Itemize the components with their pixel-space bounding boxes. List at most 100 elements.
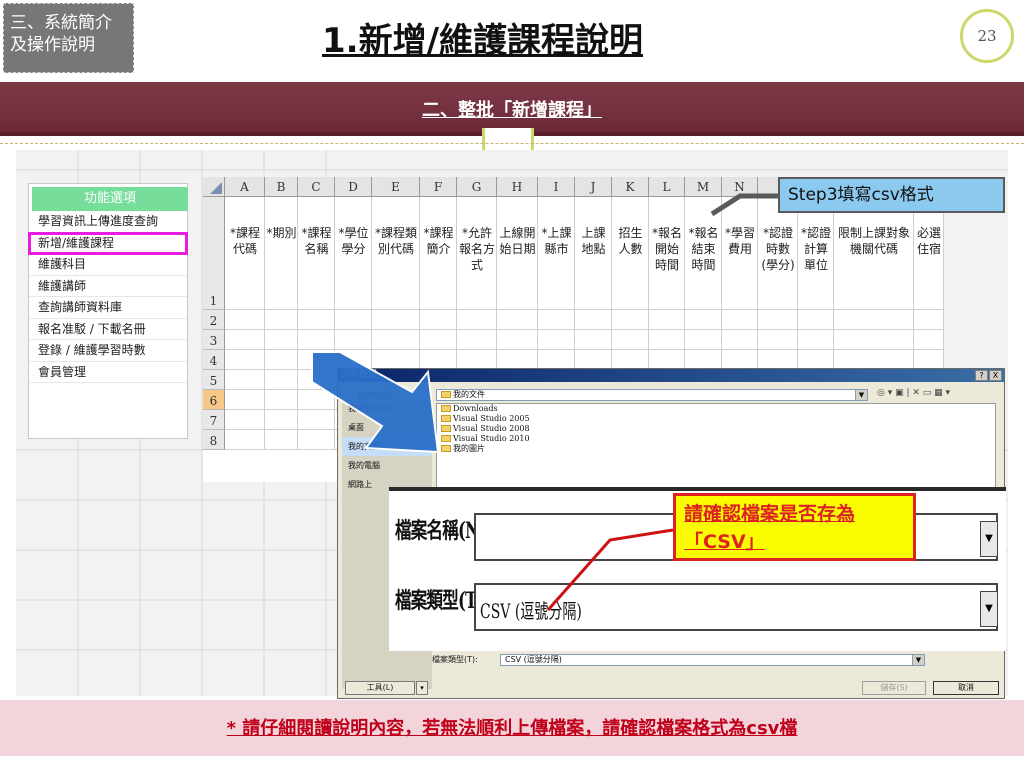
sheet-cell[interactable] — [834, 197, 914, 310]
sheet-cell[interactable] — [298, 310, 335, 330]
sheet-cell[interactable] — [265, 350, 298, 370]
file-item[interactable]: Visual Studio 2010 — [437, 434, 995, 444]
sheet-cell[interactable] — [225, 430, 265, 450]
sheet-cell[interactable] — [265, 390, 298, 410]
sheet-cell[interactable] — [722, 350, 758, 370]
sheet-cell[interactable] — [758, 197, 798, 310]
sheet-cell[interactable] — [420, 310, 457, 330]
save-button[interactable]: 儲存(S) — [862, 681, 926, 695]
sheet-cell[interactable] — [914, 330, 944, 350]
column-header[interactable]: A — [225, 177, 265, 197]
sheet-cell[interactable] — [225, 330, 265, 350]
sheet-cell[interactable] — [538, 310, 575, 330]
sheet-cell[interactable] — [914, 350, 944, 370]
sheet-cell[interactable] — [225, 370, 265, 390]
row-header[interactable]: 1 — [203, 197, 225, 310]
row-header[interactable]: 7 — [203, 410, 225, 430]
sheet-cell[interactable] — [420, 330, 457, 350]
column-header[interactable]: D — [335, 177, 372, 197]
sheet-cell[interactable] — [298, 330, 335, 350]
sheet-cell[interactable] — [457, 330, 497, 350]
column-header[interactable]: J — [575, 177, 612, 197]
sheet-cell[interactable] — [575, 350, 612, 370]
row-header[interactable]: 3 — [203, 330, 225, 350]
sheet-cell[interactable] — [497, 350, 538, 370]
menu-item-upload-progress[interactable]: 學習資訊上傳進度查詢 — [29, 211, 187, 233]
sheet-cell[interactable] — [834, 330, 914, 350]
filetype-select[interactable]: CSV (逗號分隔) ▼ — [474, 583, 998, 631]
sheet-cell[interactable] — [538, 197, 575, 310]
sheet-cell[interactable] — [298, 370, 335, 390]
sheet-cell[interactable] — [265, 430, 298, 450]
sheet-cell[interactable] — [914, 310, 944, 330]
sheet-cell[interactable] — [372, 330, 420, 350]
menu-item-registration[interactable]: 報名准駁 / 下載名冊 — [29, 319, 187, 340]
sheet-cell[interactable] — [798, 330, 834, 350]
sheet-cell[interactable] — [372, 197, 420, 310]
sheet-cell[interactable] — [265, 330, 298, 350]
menu-item-members[interactable]: 會員管理 — [29, 362, 187, 383]
sheet-cell[interactable] — [497, 197, 538, 310]
sheet-cell[interactable] — [457, 310, 497, 330]
sheet-cell[interactable] — [335, 350, 372, 370]
sheet-cell[interactable] — [722, 330, 758, 350]
sheet-cell[interactable] — [649, 350, 685, 370]
column-header[interactable]: G — [457, 177, 497, 197]
select-all-corner[interactable] — [203, 177, 225, 197]
sheet-cell[interactable] — [538, 330, 575, 350]
sheet-cell[interactable] — [649, 330, 685, 350]
sheet-cell[interactable] — [298, 197, 335, 310]
save-in-select[interactable]: 我的文件 ▼ — [436, 389, 868, 401]
menu-item-learning-hours[interactable]: 登錄 / 維護學習時數 — [29, 340, 187, 362]
filetype-small-select[interactable]: CSV (逗號分隔) ▼ — [500, 654, 925, 666]
column-header[interactable]: C — [298, 177, 335, 197]
place-recent[interactable]: 我最近的文件 — [342, 399, 432, 418]
sheet-cell[interactable] — [612, 310, 649, 330]
column-header[interactable]: L — [649, 177, 685, 197]
column-header[interactable]: H — [497, 177, 538, 197]
sheet-cell[interactable] — [798, 310, 834, 330]
sheet-cell[interactable] — [335, 330, 372, 350]
sheet-cell[interactable] — [265, 410, 298, 430]
menu-item-lecturers[interactable]: 維護講師 — [29, 276, 187, 297]
tools-button[interactable]: 工具(L) — [345, 681, 415, 695]
menu-item-lecturer-db[interactable]: 查詢講師資料庫 — [29, 297, 187, 319]
sheet-cell[interactable] — [265, 197, 298, 310]
place-desktop[interactable]: 桌面 — [342, 418, 432, 437]
sheet-cell[interactable] — [420, 197, 457, 310]
sheet-cell[interactable] — [649, 310, 685, 330]
sheet-cell[interactable] — [372, 350, 420, 370]
sheet-cell[interactable] — [497, 330, 538, 350]
sheet-cell[interactable] — [298, 350, 335, 370]
close-button[interactable]: X — [989, 370, 1002, 381]
dialog-toolbar[interactable]: ◎ ▾ ▣ | ✕ ▭ ▦ ▾ — [877, 388, 950, 398]
sheet-cell[interactable] — [538, 350, 575, 370]
file-item[interactable]: Visual Studio 2005 — [437, 414, 995, 424]
sheet-cell[interactable] — [457, 350, 497, 370]
sheet-cell[interactable] — [685, 350, 722, 370]
cancel-button[interactable]: 取消 — [933, 681, 999, 695]
row-header[interactable]: 4 — [203, 350, 225, 370]
help-button[interactable]: ? — [975, 370, 988, 381]
sheet-cell[interactable] — [298, 410, 335, 430]
sheet-cell[interactable] — [298, 390, 335, 410]
chevron-down-icon[interactable]: ▾ — [416, 681, 428, 695]
sheet-cell[interactable] — [834, 310, 914, 330]
sheet-cell[interactable] — [798, 350, 834, 370]
row-header[interactable]: 2 — [203, 310, 225, 330]
sheet-cell[interactable] — [575, 310, 612, 330]
menu-item-subjects[interactable]: 維護科目 — [29, 254, 187, 276]
column-header[interactable]: K — [612, 177, 649, 197]
chevron-down-icon[interactable]: ▼ — [980, 591, 998, 627]
menu-item-add-course[interactable]: 新增/維護課程 — [28, 231, 188, 255]
sheet-cell[interactable] — [758, 350, 798, 370]
sheet-cell[interactable] — [685, 330, 722, 350]
sheet-cell[interactable] — [335, 310, 372, 330]
sheet-cell[interactable] — [758, 310, 798, 330]
row-header[interactable]: 8 — [203, 430, 225, 450]
sheet-cell[interactable] — [225, 350, 265, 370]
sheet-cell[interactable] — [612, 197, 649, 310]
place-my-documents[interactable]: 我的文件 — [342, 437, 432, 456]
sheet-cell[interactable] — [685, 310, 722, 330]
sheet-cell[interactable] — [612, 330, 649, 350]
